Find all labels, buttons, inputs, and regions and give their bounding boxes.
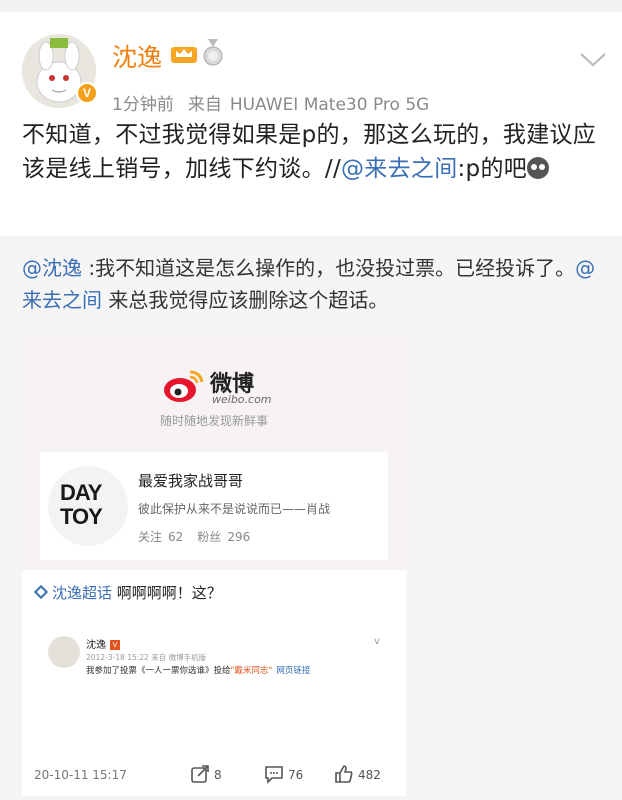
device-name[interactable]: HUAWEI Mate30 Pro 5G xyxy=(230,95,430,115)
post-time: 20-10-11 15:17 xyxy=(34,768,127,782)
like-icon xyxy=(335,765,353,783)
chevron-down-icon[interactable]: v xyxy=(374,636,380,647)
attached-screenshot[interactable]: 微博 微博 微博 微博 weibo.com 随时随地发现新鲜事 DAY TOY … xyxy=(22,336,406,796)
card-title: 最爱我家战哥哥 xyxy=(138,472,244,490)
verified-badge-icon: V xyxy=(110,640,120,650)
supertopic-tag[interactable]: 沈逸超话 xyxy=(52,584,112,602)
medal-icon xyxy=(203,39,223,66)
post-header: V 沈逸 1分钟前 来自 HUAWEI Mate30 Pro 5G xyxy=(0,12,622,115)
inner-username[interactable]: 沈逸 V xyxy=(86,636,120,651)
inner-text: 我参加了投票《一人一票你选谁》投给"戴米同志" 网页链接 xyxy=(86,666,311,676)
inner-meta: 2012-3-18 15:22 来自 微博手机版 xyxy=(86,653,207,662)
weibo-slogan: 随时随地发现新鲜事 xyxy=(159,414,268,428)
username[interactable]: 沈逸 xyxy=(112,38,162,74)
repost-text: @沈逸 :我不知道这是怎么操作的，也没投过票。已经投诉了。@来去之间 来总我觉得… xyxy=(22,256,596,312)
time-ago: 1分钟前 xyxy=(112,95,174,115)
source-prefix: 来自 xyxy=(187,95,222,115)
weibo-logo-icon xyxy=(164,370,204,402)
inner-avatar[interactable] xyxy=(48,636,80,668)
inner-post[interactable]: 沈逸超话 啊啊啊啊！这？ 沈逸 V 2012-3-18 15:22 来自 微博手机… xyxy=(22,570,406,796)
chevron-down-icon[interactable] xyxy=(578,50,608,70)
comment-icon xyxy=(265,766,283,784)
weibo-url: weibo.com xyxy=(212,393,272,406)
verified-badge-icon: V xyxy=(76,82,98,104)
post-meta: 1分钟前 来自 HUAWEI Mate30 Pro 5G xyxy=(112,90,429,115)
reposted-content[interactable]: @沈逸 :我不知道这是怎么操作的，也没投过票。已经投诉了。@来去之间 来总我觉得… xyxy=(0,236,622,800)
post-text: 不知道，不过我觉得如果是p的，那这么玩的，我建议应该是线上销号，加线下约谈。//… xyxy=(22,122,597,182)
action-bar: 20-10-11 15:17 8 76 482 xyxy=(22,756,406,796)
card-logo: DAY TOY xyxy=(48,466,128,546)
supertopic-card[interactable]: DAY TOY 最爱我家战哥哥 彼此保护从来不是说说而已——肖战 关注 62 粉丝 2… xyxy=(40,452,388,560)
topic-line: 沈逸超话 啊啊啊啊！这？ xyxy=(33,582,222,603)
top-divider xyxy=(0,0,622,12)
card-description: 彼此保护从来不是说说而已——肖战 xyxy=(138,502,331,516)
emoji-icon xyxy=(527,157,550,179)
mention-link[interactable]: @沈逸 xyxy=(22,256,82,280)
crown-badge-icon xyxy=(171,47,197,63)
share-icon xyxy=(191,765,209,783)
web-link[interactable]: 网页链接 xyxy=(276,666,310,676)
supertopic-icon xyxy=(33,584,49,600)
card-stats: 关注 62 粉丝 296 xyxy=(138,530,251,544)
mention-link[interactable]: @来去之间 xyxy=(341,156,458,182)
